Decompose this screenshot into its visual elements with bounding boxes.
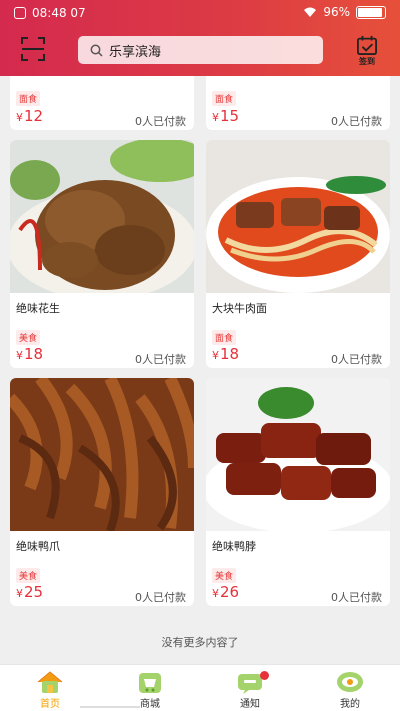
bottom-tab-bar: 首页 商城 通知 我的 — [0, 664, 400, 711]
product-card[interactable]: 面食 ¥12 0人已付款 — [10, 76, 194, 130]
product-tag: 面食 — [212, 330, 237, 345]
product-tag: 美食 — [16, 568, 41, 583]
sold-count: 0人已付款 — [135, 353, 186, 366]
product-card[interactable]: 面食 ¥15 0人已付款 — [206, 76, 390, 130]
product-price: ¥15 — [212, 107, 240, 125]
product-card[interactable]: 绝味鸭脖 美食 ¥26 0人已付款 — [206, 378, 390, 606]
product-price: ¥25 — [16, 583, 44, 601]
scan-button[interactable] — [20, 36, 46, 62]
sold-count: 0人已付款 — [135, 115, 186, 128]
product-card[interactable]: 绝味鸭爪 美食 ¥25 0人已付款 — [10, 378, 194, 606]
status-bar: 08:48 07 96% — [0, 0, 400, 26]
end-of-list-text: 没有更多内容了 — [161, 636, 239, 649]
home-icon — [37, 671, 63, 693]
tab-label: 首页 — [40, 699, 60, 710]
product-tag: 面食 — [16, 91, 41, 106]
app-header: 08:48 07 96% 乐享滨海 签到 — [0, 0, 400, 76]
checkin-label: 签到 — [359, 57, 375, 66]
notification-icon — [14, 7, 26, 19]
product-grid: 面食 ¥12 0人已付款 面食 ¥15 0人已付款 绝味花生 美食 ¥18 0人… — [0, 76, 400, 664]
search-input[interactable]: 乐享滨海 — [78, 36, 323, 64]
sold-count: 0人已付款 — [331, 591, 382, 604]
tab-label: 商城 — [140, 699, 160, 710]
product-tag: 美食 — [16, 330, 41, 345]
tab-label: 我的 — [340, 699, 360, 710]
product-card[interactable]: 大块牛肉面 面食 ¥18 0人已付款 — [206, 140, 390, 368]
product-image-duck-neck — [206, 378, 390, 531]
profile-eye-icon — [337, 672, 363, 692]
sold-count: 0人已付款 — [331, 115, 382, 128]
product-image-peanuts — [10, 140, 194, 293]
sold-count: 0人已付款 — [331, 353, 382, 366]
product-name: 绝味花生 — [16, 302, 60, 315]
notification-badge — [260, 671, 269, 680]
product-card[interactable]: 绝味花生 美食 ¥18 0人已付款 — [10, 140, 194, 368]
product-image-beef-noodles — [206, 140, 390, 293]
product-tag: 面食 — [212, 91, 237, 106]
product-tag: 美食 — [212, 568, 237, 583]
search-icon — [90, 44, 103, 57]
tab-home[interactable]: 首页 — [0, 665, 100, 711]
product-image-duck-feet — [10, 378, 194, 531]
home-indicator — [80, 706, 140, 708]
product-name: 大块牛肉面 — [212, 302, 267, 315]
product-price: ¥18 — [16, 345, 44, 363]
tab-profile[interactable]: 我的 — [300, 665, 400, 711]
sold-count: 0人已付款 — [135, 591, 186, 604]
tab-notifications[interactable]: 通知 — [200, 665, 300, 711]
tab-label: 通知 — [240, 699, 260, 710]
battery-icon — [356, 5, 386, 19]
product-price: ¥12 — [16, 107, 44, 125]
product-name: 绝味鸭爪 — [16, 540, 60, 553]
scan-icon — [21, 37, 45, 61]
tab-shop[interactable]: 商城 — [100, 665, 200, 711]
calendar-check-icon — [357, 35, 377, 55]
product-name: 绝味鸭脖 — [212, 540, 256, 553]
checkin-button[interactable]: 签到 — [353, 35, 381, 67]
search-text: 乐享滨海 — [109, 44, 162, 60]
product-price: ¥26 — [212, 583, 240, 601]
product-price: ¥18 — [212, 345, 240, 363]
shop-icon — [139, 673, 161, 693]
wifi-icon — [304, 7, 317, 17]
battery-percent: 96% — [323, 5, 350, 19]
status-time: 08:48 07 — [32, 6, 86, 20]
